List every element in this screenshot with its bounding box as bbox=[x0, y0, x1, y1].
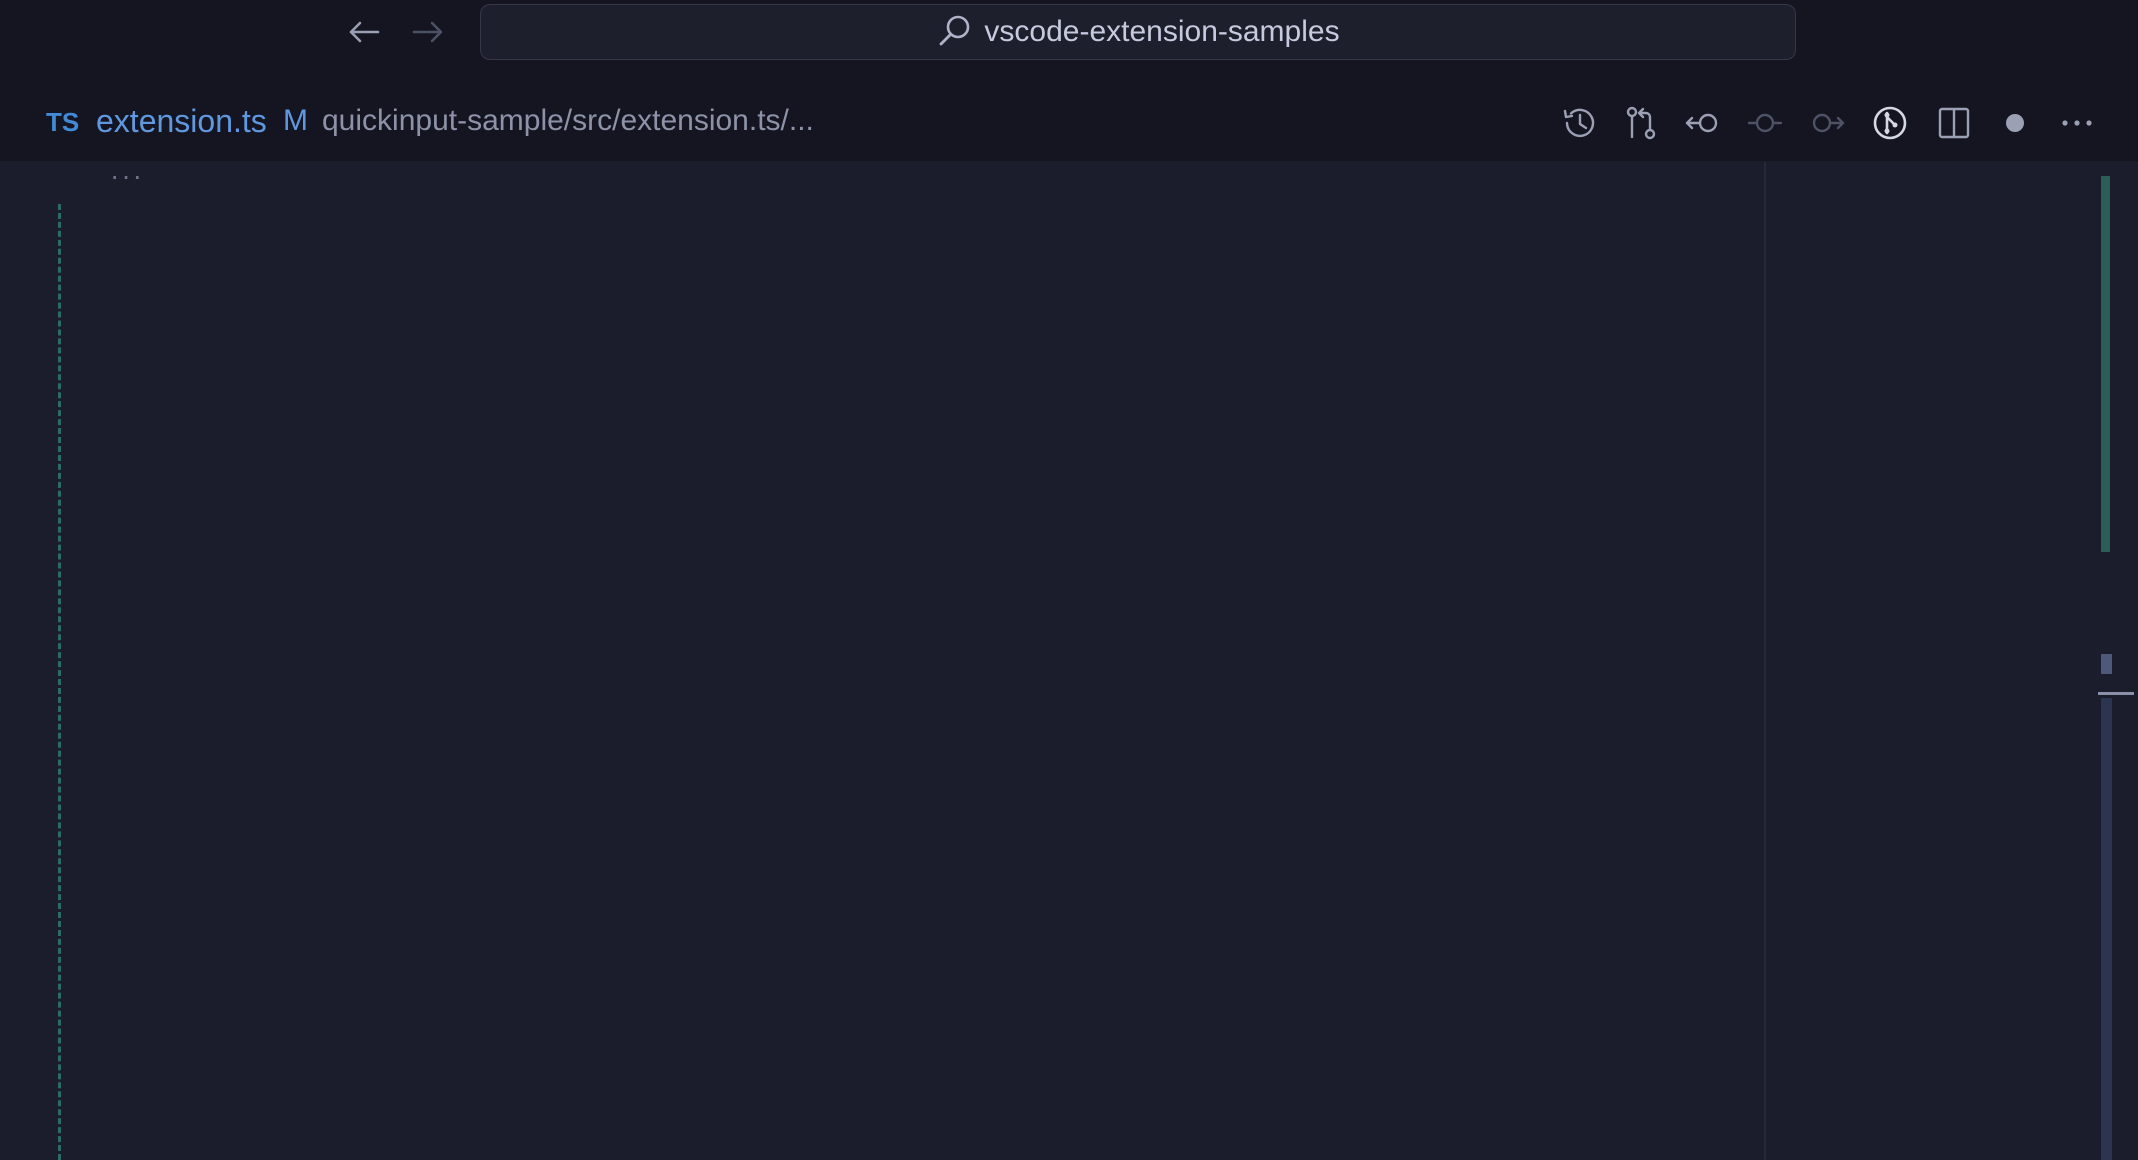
change-icon bbox=[1747, 113, 1783, 133]
split-editor-button[interactable] bbox=[1930, 99, 1978, 147]
history-icon bbox=[1563, 108, 1595, 138]
dot-icon bbox=[2006, 114, 2024, 132]
back-button[interactable] bbox=[342, 12, 386, 52]
scrollbar-added-lines-decoration bbox=[2101, 176, 2110, 552]
breadcrumb[interactable]: quickinput-sample/src/extension.ts/... bbox=[322, 101, 814, 141]
change-button[interactable] bbox=[1741, 99, 1789, 147]
compare-changes-icon bbox=[1626, 106, 1656, 140]
command-center-text: vscode-extension-samples bbox=[984, 15, 1340, 48]
title-bar: vscode-extension-samples bbox=[0, 0, 2138, 65]
folded-region-marker[interactable]: ··· bbox=[110, 162, 144, 190]
forward-button[interactable] bbox=[406, 12, 450, 52]
typescript-badge-icon: TS bbox=[46, 107, 80, 137]
editor-area[interactable]: ··· bbox=[0, 162, 2138, 1160]
previous-change-icon bbox=[1685, 113, 1718, 133]
modified-indicator: M bbox=[283, 104, 308, 137]
compare-changes-button[interactable] bbox=[1617, 99, 1665, 147]
next-change-button[interactable] bbox=[1803, 99, 1851, 147]
unsaved-changes-indicator[interactable] bbox=[1991, 99, 2039, 147]
split-editor-icon bbox=[1938, 107, 1970, 139]
ellipsis-icon bbox=[2062, 120, 2092, 126]
more-actions-button[interactable] bbox=[2053, 99, 2101, 147]
tab-filename[interactable]: extension.ts bbox=[96, 101, 267, 141]
scrollbar-cursor-marker bbox=[2098, 692, 2134, 695]
editor-tab-bar: TS extension.ts M quickinput-sample/src/… bbox=[0, 65, 2138, 162]
arrow-left-icon bbox=[349, 21, 380, 43]
next-change-icon bbox=[1812, 113, 1845, 133]
git-icon bbox=[1873, 106, 1907, 140]
editor-ruler bbox=[1764, 162, 1766, 1160]
search-icon bbox=[940, 15, 970, 46]
scrollbar-modified-decoration bbox=[2101, 654, 2112, 674]
timeline-button[interactable] bbox=[1555, 99, 1603, 147]
command-center-search[interactable]: vscode-extension-samples bbox=[480, 4, 1796, 60]
scrollbar-thumb[interactable] bbox=[2101, 698, 2112, 1160]
source-control-button[interactable] bbox=[1866, 99, 1914, 147]
arrow-right-icon bbox=[412, 21, 443, 43]
indent-guide bbox=[58, 204, 61, 1160]
previous-change-button[interactable] bbox=[1679, 99, 1727, 147]
